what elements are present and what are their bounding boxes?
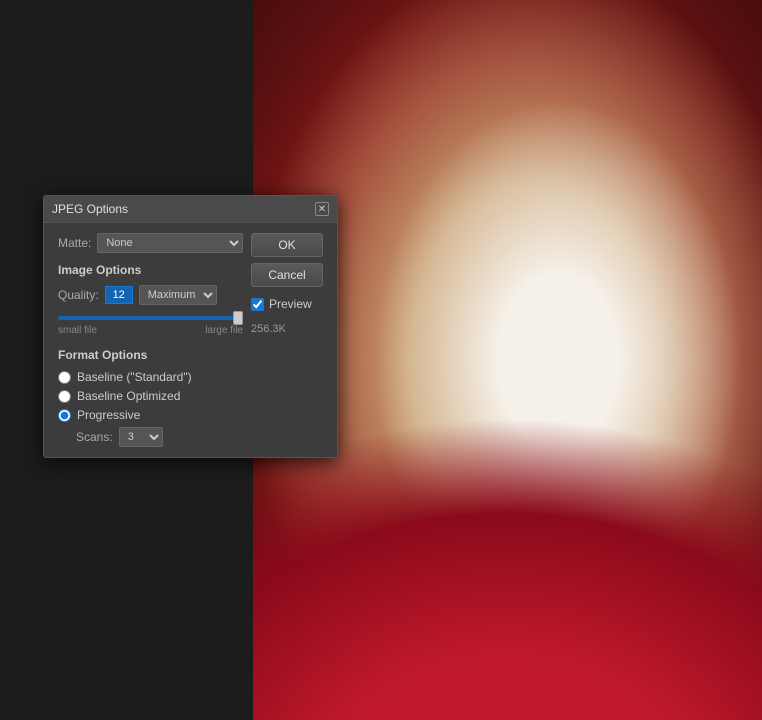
quality-row: Quality: Low Medium High Very High Maxim… [58,285,243,305]
dialog-close-button[interactable]: ✕ [315,202,329,216]
cancel-button[interactable]: Cancel [251,263,323,287]
baseline-optimized-row: Baseline Optimized [58,389,243,403]
image-options-header: Image Options [58,263,243,277]
dialog-left-panel: Matte: None Image Options Quality: Low M… [58,233,243,447]
image-options-section: Image Options Quality: Low Medium High V… [58,263,243,336]
progressive-radio[interactable] [58,409,71,422]
jpeg-options-dialog: JPEG Options ✕ Matte: None Image Options… [43,195,338,458]
baseline-standard-label: Baseline ("Standard") [77,370,192,384]
baseline-standard-row: Baseline ("Standard") [58,370,243,384]
slider-max-label: large file [205,325,243,336]
matte-select[interactable]: None [97,233,243,253]
ok-button[interactable]: OK [251,233,323,257]
preview-row: Preview [251,297,323,311]
filesize-display: 256.3K [251,323,323,335]
quality-slider[interactable] [58,316,243,320]
matte-label: Matte: [58,236,91,250]
format-options-section: Format Options Baseline ("Standard") Bas… [58,348,243,447]
baseline-optimized-radio[interactable] [58,390,71,403]
progressive-row: Progressive [58,408,243,422]
quality-label: Quality: [58,288,99,302]
dialog-right-panel: OK Cancel Preview 256.3K [251,233,323,447]
matte-row: Matte: None [58,233,243,253]
scans-row: Scans: 3 4 5 [76,427,243,447]
scans-label: Scans: [76,430,113,444]
baseline-optimized-label: Baseline Optimized [77,389,180,403]
scans-select[interactable]: 3 4 5 [119,427,163,447]
quality-select[interactable]: Low Medium High Very High Maximum [139,285,217,305]
progressive-label: Progressive [77,408,140,422]
preview-label: Preview [269,297,312,311]
slider-min-label: small file [58,325,97,336]
dialog-body: Matte: None Image Options Quality: Low M… [44,223,337,457]
slider-labels: small file large file [58,325,243,336]
dialog-titlebar: JPEG Options ✕ [44,196,337,223]
quality-slider-container: small file large file [58,309,243,336]
format-options-header: Format Options [58,348,243,362]
dialog-title: JPEG Options [52,202,128,216]
preview-checkbox[interactable] [251,298,264,311]
quality-input[interactable] [105,286,133,304]
baseline-standard-radio[interactable] [58,371,71,384]
